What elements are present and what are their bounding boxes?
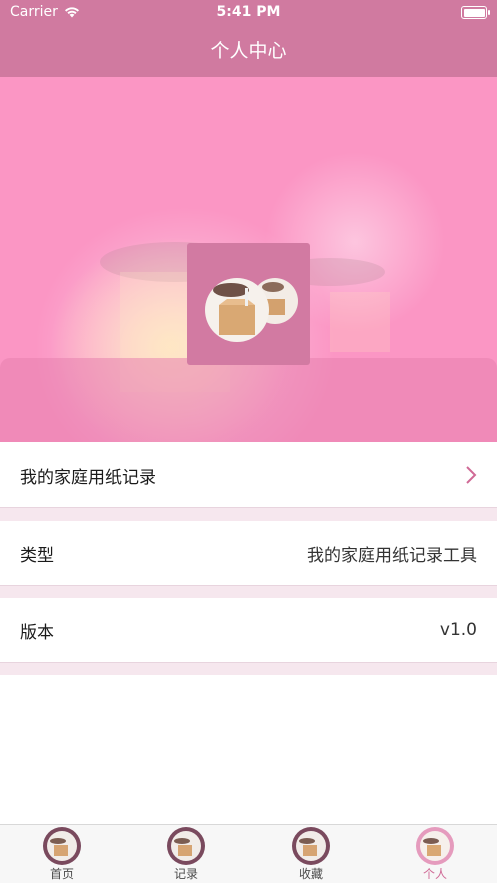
version-label: 版本 <box>20 622 54 643</box>
profile-tab-icon <box>416 827 454 865</box>
avatar-image <box>205 278 298 342</box>
tab-favorites-label: 收藏 <box>298 867 323 881</box>
battery-icon <box>461 6 490 19</box>
profile-header <box>0 77 497 442</box>
section-separator <box>0 507 497 521</box>
type-label: 类型 <box>20 545 54 566</box>
section-separator <box>0 662 497 675</box>
navigation-bar: 个人中心 <box>0 26 497 77</box>
status-bar: Carrier 5:41 PM <box>0 0 497 26</box>
records-row[interactable]: 我的家庭用纸记录 <box>0 443 497 507</box>
section-separator <box>0 585 497 598</box>
version-value: v1.0 <box>439 620 477 640</box>
tab-favorites[interactable]: 收藏 <box>271 827 351 882</box>
type-value: 我的家庭用纸记录工具 <box>307 545 477 566</box>
tab-profile[interactable]: 个人 <box>395 827 475 882</box>
page-title: 个人中心 <box>210 40 287 62</box>
clock: 5:41 PM <box>216 4 281 20</box>
tab-home[interactable]: 首页 <box>22 827 102 882</box>
header-band <box>0 358 497 442</box>
chevron-right-icon <box>466 466 477 484</box>
type-row: 类型 我的家庭用纸记录工具 <box>0 521 497 585</box>
tab-home-label: 首页 <box>49 867 74 881</box>
favorites-tab-icon <box>292 827 330 865</box>
records-tab-icon <box>167 827 205 865</box>
home-tab-icon <box>43 827 81 865</box>
tab-records[interactable]: 记录 <box>146 827 226 882</box>
tab-bar: 首页 记录 收藏 个人 <box>0 824 497 883</box>
tab-profile-label: 个人 <box>422 867 447 881</box>
records-label: 我的家庭用纸记录 <box>20 467 156 488</box>
tab-records-label: 记录 <box>173 867 198 881</box>
version-row: 版本 v1.0 <box>0 598 497 662</box>
avatar[interactable] <box>187 243 310 365</box>
